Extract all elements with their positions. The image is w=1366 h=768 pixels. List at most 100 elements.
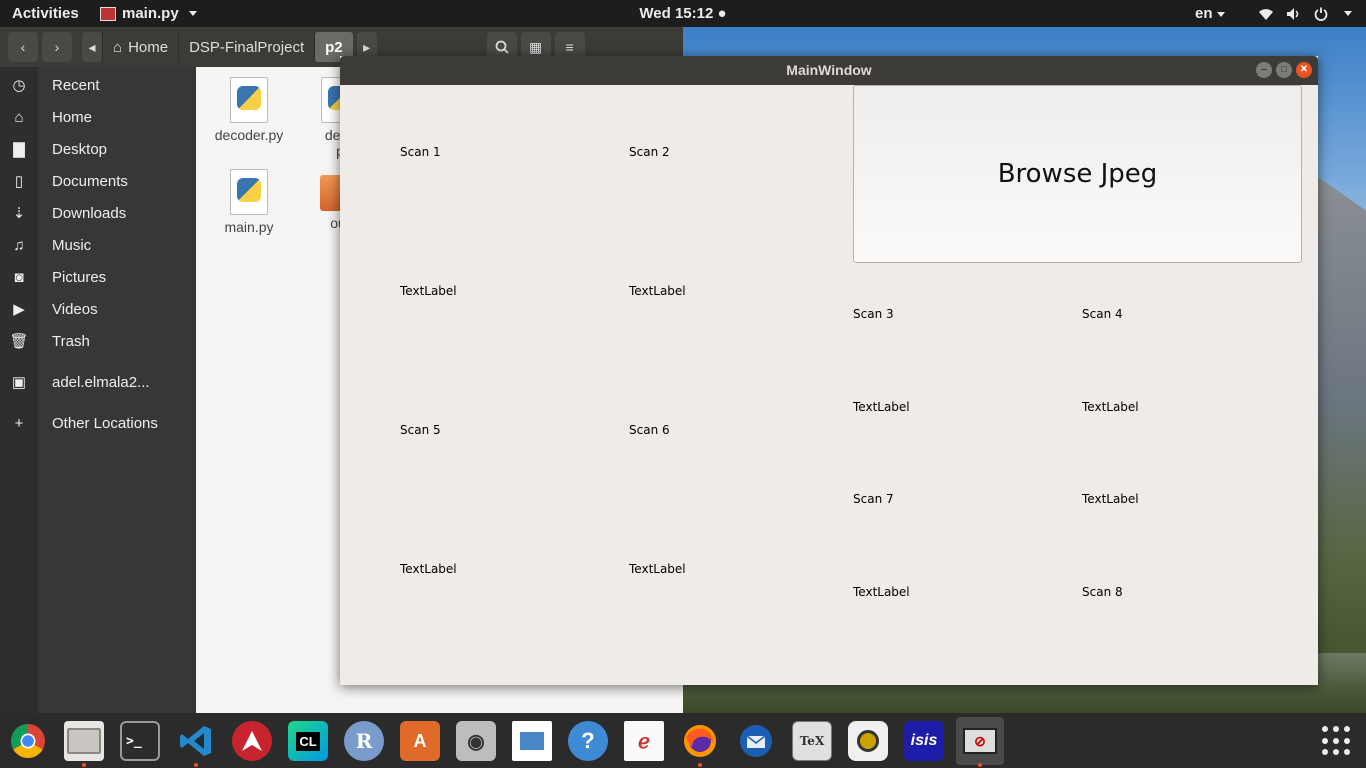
running-indicator [978, 763, 982, 767]
chrome-icon[interactable] [8, 721, 48, 761]
close-button[interactable]: ✕ [1296, 62, 1312, 78]
lens-icon: ◉ [467, 730, 485, 753]
sidebar-item-desktop[interactable]: ▇ Desktop [0, 134, 196, 164]
breadcrumb-label: Home [128, 38, 169, 56]
top-bar: Activities main.py Wed 15:12 ● en [0, 0, 1366, 27]
plus-icon: + [14, 414, 24, 432]
chevron-right-icon: › [54, 39, 60, 55]
maximize-icon: □ [1280, 64, 1288, 75]
scan-3-label: Scan 3 [853, 307, 894, 321]
tex-logo: TeX [799, 734, 825, 748]
show-applications-button[interactable] [1322, 726, 1352, 756]
back-button[interactable]: ‹ [8, 32, 38, 62]
folder-icon: ▇ [13, 141, 25, 158]
thunderbird-icon[interactable] [736, 721, 776, 761]
speaker-cone-icon [857, 730, 879, 752]
sidebar-item-network-drive[interactable]: ▣ adel.elmala2... [0, 367, 196, 397]
clion-icon[interactable]: CL [288, 721, 328, 761]
r-icon[interactable]: R [344, 721, 384, 761]
sidebar-item-label: Downloads [52, 204, 127, 222]
forward-button[interactable]: › [42, 32, 72, 62]
language-label: en [1195, 5, 1213, 22]
activities-button[interactable]: Activities [12, 0, 79, 27]
main-window-titlebar[interactable]: MainWindow – □ ✕ [340, 56, 1318, 85]
terminal-prompt-icon: >_ [126, 733, 142, 749]
sidebar-item-recent[interactable]: ◷ Recent [0, 70, 196, 100]
sidebar-item-pictures[interactable]: ◙ Pictures [0, 262, 196, 292]
text-label-4: TextLabel [1082, 400, 1139, 414]
firefox-icon[interactable] [680, 721, 720, 761]
file-item-decoder-py[interactable]: decoder.py [209, 77, 289, 143]
sidebar-item-documents[interactable]: ▯ Documents [0, 166, 196, 196]
camera-icon[interactable]: ◉ [456, 721, 496, 761]
sidebar-item-other-locations[interactable]: + Other Locations [0, 408, 196, 438]
text-label-8: TextLabel [1082, 492, 1139, 506]
clock[interactable]: Wed 15:12 ● [639, 5, 726, 22]
trash-icon: 🗑 [9, 333, 29, 350]
speaker-icon[interactable] [848, 721, 888, 761]
path-scroll-left-button[interactable]: ◂ [82, 32, 102, 62]
maximize-button[interactable]: □ [1276, 62, 1292, 78]
files-icon[interactable] [64, 721, 104, 761]
home-icon: ⌂ [113, 38, 123, 56]
sidebar-item-label: Other Locations [52, 414, 158, 432]
power-icon [1314, 7, 1328, 21]
python-app-icon[interactable]: ⊘ [956, 717, 1004, 765]
system-menu[interactable] [1258, 0, 1352, 27]
blocked-window-icon: ⊘ [963, 728, 997, 754]
triangle-right-icon: ▸ [363, 38, 371, 55]
chevron-down-icon [1344, 11, 1352, 16]
python-file-icon [230, 169, 268, 215]
document-viewer-icon[interactable] [512, 721, 552, 761]
text-label-7: TextLabel [853, 585, 910, 599]
breadcrumb-home[interactable]: ⌂ Home [102, 32, 178, 62]
chevron-down-icon [188, 11, 197, 16]
sidebar-item-label: Documents [52, 172, 128, 190]
wifi-icon [1259, 8, 1273, 20]
running-indicator [194, 763, 198, 767]
software-center-icon[interactable]: A [400, 721, 440, 761]
browse-jpeg-button[interactable]: Browse Jpeg [853, 85, 1302, 263]
sidebar-item-trash[interactable]: 🗑 Trash [0, 326, 196, 356]
triangle-left-icon: ◂ [88, 38, 96, 55]
running-indicator [82, 763, 86, 767]
text-label-2: TextLabel [629, 284, 686, 298]
text-label-1: TextLabel [400, 284, 457, 298]
help-icon[interactable]: ? [568, 721, 608, 761]
close-icon: ✕ [1299, 64, 1309, 75]
sidebar-item-videos[interactable]: ▶ Videos [0, 294, 196, 324]
app-menu[interactable]: main.py [100, 0, 197, 27]
sidebar-item-label: Trash [52, 332, 90, 350]
clion-logo: CL [296, 731, 320, 751]
sidebar-item-music[interactable]: ♫ Music [0, 230, 196, 260]
breadcrumb-dsp-finalproject[interactable]: DSP-FinalProject [178, 32, 314, 62]
vscode-icon[interactable] [176, 721, 216, 761]
sidebar-item-downloads[interactable]: ⇣ Downloads [0, 198, 196, 228]
language-indicator[interactable]: en [1195, 0, 1225, 27]
grid-view-icon: ▦ [529, 38, 543, 55]
notification-dot-icon: ● [717, 5, 727, 22]
home-icon: ⌂ [14, 108, 24, 126]
file-item-main-py[interactable]: main.py [209, 169, 289, 235]
arch-icon[interactable] [232, 721, 272, 761]
hamburger-icon: ≡ [565, 39, 574, 55]
video-icon: ▶ [13, 301, 25, 318]
sidebar-item-label: Videos [52, 300, 98, 318]
sidebar-item-label: Home [52, 108, 93, 126]
isis-icon[interactable]: isis [904, 721, 944, 761]
terminal-icon[interactable]: >_ [120, 721, 160, 761]
breadcrumb-label: p2 [325, 38, 343, 56]
sidebar-item-label: adel.elmala2... [52, 373, 150, 391]
camera-icon: ◙ [14, 268, 24, 286]
download-icon: ⇣ [12, 205, 26, 222]
breadcrumb-label: DSP-FinalProject [189, 38, 305, 56]
texmaker-icon[interactable]: TeX [792, 721, 832, 761]
search-icon [495, 40, 509, 54]
sidebar-item-label: Music [52, 236, 92, 254]
evince-icon[interactable]: ℯ [624, 721, 664, 761]
scan-7-label: Scan 7 [853, 492, 894, 506]
scan-6-label: Scan 6 [629, 423, 670, 437]
sidebar-item-home[interactable]: ⌂ Home [0, 102, 196, 132]
text-label-5: TextLabel [400, 562, 457, 576]
minimize-button[interactable]: – [1256, 62, 1272, 78]
